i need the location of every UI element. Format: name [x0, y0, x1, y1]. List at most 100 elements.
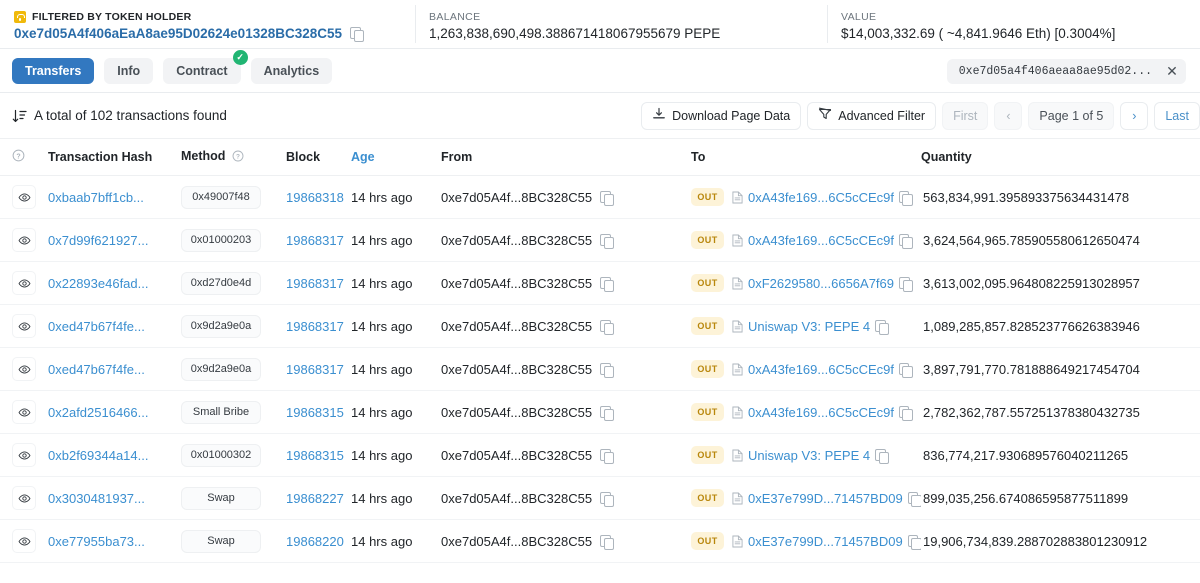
pagination-next-button[interactable]: › [1120, 101, 1149, 130]
block-link[interactable]: 19868317 [286, 276, 344, 291]
download-page-data-button[interactable]: Download Page Data [641, 101, 802, 130]
block-link[interactable]: 19868317 [286, 362, 344, 377]
eye-icon[interactable] [12, 228, 36, 252]
copy-icon[interactable] [600, 233, 615, 249]
row-preview-cell [0, 218, 48, 262]
row-quantity-cell: 563,834,991.395893375634431478 [921, 175, 1200, 219]
copy-icon[interactable] [350, 27, 365, 42]
active-filter-chip[interactable]: 0xe7d05a4f406aeaa8ae95d02... ✕ [946, 59, 1186, 84]
method-badge[interactable]: 0x01000302 [181, 443, 261, 467]
method-badge[interactable]: 0x49007f48 [181, 185, 261, 209]
tab-info[interactable]: Info [104, 57, 154, 84]
direction-badge: OUT [691, 489, 724, 507]
block-link[interactable]: 19868315 [286, 405, 344, 420]
block-link[interactable]: 19868220 [286, 534, 344, 549]
row-block-cell: 19868227 [286, 476, 351, 520]
copy-icon[interactable] [875, 319, 890, 335]
transaction-hash-link[interactable]: 0xed47b67f4fe... [48, 319, 145, 334]
question-circle-icon[interactable]: ? [12, 149, 25, 165]
row-method-cell: 0x01000302 [181, 433, 286, 477]
to-address-link[interactable]: 0xE37e799D...71457BD09 [748, 491, 903, 506]
copy-icon[interactable] [600, 534, 615, 550]
eye-icon[interactable] [12, 185, 36, 209]
eye-icon[interactable] [12, 314, 36, 338]
eye-icon[interactable] [12, 357, 36, 381]
table-row: 0x22893e46fad... 0xd27d0e4d 19868317 14 hrs… [0, 261, 1200, 305]
copy-icon[interactable] [898, 362, 913, 378]
to-address-link[interactable]: Uniswap V3: PEPE 4 [748, 448, 870, 463]
close-icon[interactable]: ✕ [1162, 62, 1182, 82]
to-address-link[interactable]: 0xE37e799D...71457BD09 [748, 534, 903, 549]
method-badge[interactable]: 0x9d2a9e0a [181, 357, 261, 381]
sort-descending-icon[interactable] [12, 109, 27, 123]
copy-icon[interactable] [899, 276, 914, 292]
transaction-hash-link[interactable]: 0xbaab7bff1cb... [48, 190, 144, 205]
copy-icon[interactable] [898, 190, 913, 206]
copy-icon[interactable] [600, 405, 615, 421]
header-transaction-hash[interactable]: Transaction Hash [48, 138, 181, 176]
eye-icon[interactable] [12, 486, 36, 510]
transaction-hash-link[interactable]: 0x2afd2516466... [48, 405, 148, 420]
method-badge[interactable]: 0x9d2a9e0a [181, 314, 261, 338]
transaction-hash-link[interactable]: 0x7d99f621927... [48, 233, 148, 248]
header-age[interactable]: Age [351, 138, 441, 176]
eye-icon[interactable] [12, 271, 36, 295]
copy-icon[interactable] [600, 276, 615, 292]
header-to[interactable]: To [691, 138, 921, 176]
header-method[interactable]: Method ? [181, 138, 286, 176]
block-link[interactable]: 19868317 [286, 233, 344, 248]
transaction-hash-link[interactable]: 0x22893e46fad... [48, 276, 148, 291]
header-from[interactable]: From [441, 138, 691, 176]
method-badge[interactable]: Swap [181, 529, 261, 553]
transaction-hash-link[interactable]: 0xed47b67f4fe... [48, 362, 145, 377]
method-badge[interactable]: 0x01000203 [181, 228, 261, 252]
to-address-link[interactable]: 0xF2629580...6656A7f69 [748, 276, 894, 291]
row-preview-cell [0, 476, 48, 520]
tab-transfers[interactable]: Transfers [12, 57, 95, 84]
transaction-hash-link[interactable]: 0xe77955ba73... [48, 534, 145, 549]
copy-icon[interactable] [600, 362, 615, 378]
block-link[interactable]: 19868318 [286, 190, 344, 205]
eye-icon[interactable] [12, 443, 36, 467]
copy-icon[interactable] [898, 233, 913, 249]
to-address-link[interactable]: Uniswap V3: PEPE 4 [748, 319, 870, 334]
transaction-hash-link[interactable]: 0x3030481937... [48, 491, 145, 506]
copy-icon[interactable] [898, 405, 913, 421]
pagination-last-button[interactable]: Last [1154, 101, 1200, 130]
question-circle-icon[interactable]: ? [232, 150, 244, 165]
to-address-link[interactable]: 0xA43fe169...6C5cCEc9f [748, 362, 894, 377]
header-quantity[interactable]: Quantity [921, 138, 1200, 176]
block-link[interactable]: 19868227 [286, 491, 344, 506]
copy-icon[interactable] [875, 448, 890, 464]
block-link[interactable]: 19868317 [286, 319, 344, 334]
row-quantity-cell: 2,782,362,787.557251378380432735 [921, 390, 1200, 434]
to-address-link[interactable]: 0xA43fe169...6C5cCEc9f [748, 233, 894, 248]
filter-address[interactable]: 0xe7d05A4f406aEaA8ae95D02624e01328BC328C… [14, 26, 342, 41]
transaction-hash-link[interactable]: 0xb2f69344a14... [48, 448, 148, 463]
copy-icon[interactable] [600, 491, 615, 507]
to-address-link[interactable]: 0xA43fe169...6C5cCEc9f [748, 190, 894, 205]
tab-contract[interactable]: Contract ✓ [163, 49, 248, 84]
method-badge[interactable]: Swap [181, 486, 261, 510]
row-age-cell: 14 hrs ago [351, 519, 441, 563]
eye-icon[interactable] [12, 529, 36, 553]
eye-icon[interactable] [12, 400, 36, 424]
advanced-filter-button[interactable]: Advanced Filter [807, 101, 937, 130]
pagination-first-button[interactable]: First [942, 101, 989, 130]
method-badge[interactable]: 0xd27d0e4d [181, 271, 261, 295]
pagination-first-label: First [953, 108, 978, 123]
copy-icon[interactable] [600, 319, 615, 335]
tab-analytics[interactable]: Analytics [250, 57, 333, 84]
method-badge[interactable]: Small Bribe [181, 400, 261, 424]
header-block[interactable]: Block [286, 138, 351, 176]
copy-icon[interactable] [907, 491, 921, 507]
copy-icon[interactable] [600, 190, 615, 206]
copy-icon[interactable] [907, 534, 921, 550]
direction-badge: OUT [691, 403, 724, 421]
pagination-prev-button[interactable]: ‹ [994, 101, 1023, 130]
block-link[interactable]: 19868315 [286, 448, 344, 463]
row-method-cell: Swap [181, 519, 286, 563]
copy-icon[interactable] [600, 448, 615, 464]
row-quantity-cell: 3,897,791,770.781888649217454704 [921, 347, 1200, 391]
to-address-link[interactable]: 0xA43fe169...6C5cCEc9f [748, 405, 894, 420]
